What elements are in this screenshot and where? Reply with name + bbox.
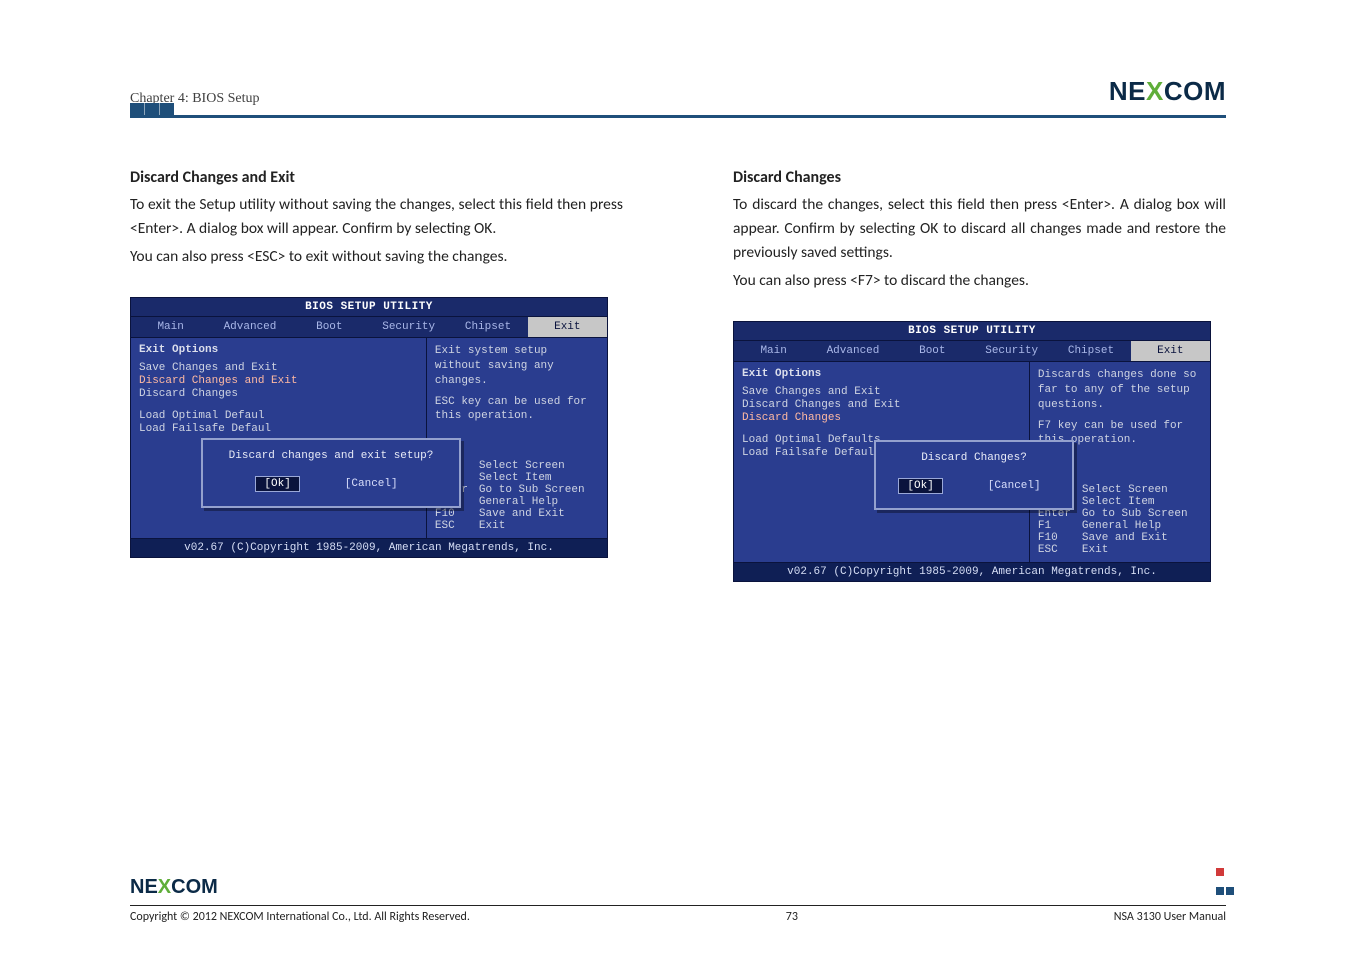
bios-tab-security[interactable]: Security	[972, 341, 1051, 361]
bios-tab-main[interactable]: Main	[131, 317, 210, 337]
dialog-ok-button[interactable]: [Ok]	[898, 478, 942, 494]
footer-logo: NEXCOM	[130, 876, 1226, 899]
nav-key: ESC	[1038, 544, 1072, 556]
bios-help-1: Discards changes done so far to any of t…	[1038, 368, 1202, 413]
logo-right: COM	[1164, 76, 1226, 106]
nav-desc: General Help	[1082, 520, 1161, 532]
dialog-question: Discard Changes?	[884, 452, 1064, 464]
bios-item-discard-exit[interactable]: Discard Changes and Exit	[742, 399, 1021, 411]
bios-tab-main[interactable]: Main	[734, 341, 813, 361]
bios-tab-chipset[interactable]: Chipset	[448, 317, 527, 337]
bios-tab-boot[interactable]: Boot	[290, 317, 369, 337]
footer-decoration	[1214, 862, 1234, 900]
bios-item-load-optimal[interactable]: Load Optimal Defaul	[139, 410, 418, 422]
bios-tab-chipset[interactable]: Chipset	[1051, 341, 1130, 361]
bios-item-save-exit[interactable]: Save Changes and Exit	[742, 386, 1021, 398]
bios-help-1: Exit system setup without saving any cha…	[435, 344, 599, 389]
nav-desc: Go to Sub Screen	[479, 484, 585, 496]
bios-screenshot-left: BIOS SETUP UTILITY Main Advanced Boot Se…	[130, 297, 608, 558]
bios-dialog: Discard Changes? [Ok] [Cancel]	[874, 440, 1074, 510]
bios-tab-advanced[interactable]: Advanced	[813, 341, 892, 361]
right-para-1: To discard the changes, select this fiel…	[733, 193, 1226, 265]
bios-item-discard-exit[interactable]: Discard Changes and Exit	[139, 375, 418, 387]
left-para-2: You can also press <ESC> to exit without…	[130, 245, 623, 269]
nav-desc: General Help	[479, 496, 558, 508]
dialog-cancel-button[interactable]: [Cancel]	[979, 478, 1050, 494]
bios-tab-exit[interactable]: Exit	[528, 317, 607, 337]
section-heading-right: Discard Changes	[733, 168, 1226, 187]
bios-help-2: ESC key can be used for this operation.	[435, 395, 599, 425]
nav-desc: Exit	[1082, 544, 1108, 556]
logo-x: X	[158, 876, 171, 898]
bios-tabs: Main Advanced Boot Security Chipset Exit	[131, 317, 607, 337]
bios-item-discard[interactable]: Discard Changes	[742, 412, 1021, 424]
dialog-ok-button[interactable]: [Ok]	[255, 476, 299, 492]
logo-left: NE	[130, 876, 158, 898]
right-para-2: You can also press <F7> to discard the c…	[733, 269, 1226, 293]
nav-key: ESC	[435, 520, 469, 532]
brand-logo: NEXCOM	[1109, 76, 1226, 107]
bios-tab-advanced[interactable]: Advanced	[210, 317, 289, 337]
bios-tab-security[interactable]: Security	[369, 317, 448, 337]
page-footer: NEXCOM Copyright © 2012 NEXCOM Internati…	[130, 876, 1226, 924]
left-para-1: To exit the Setup utility without saving…	[130, 193, 623, 241]
nav-key: Enter	[1038, 508, 1072, 520]
footer-rule	[130, 905, 1226, 906]
section-heading-left: Discard Changes and Exit	[130, 168, 623, 187]
bios-section-label: Exit Options	[139, 344, 418, 356]
bios-footer: v02.67 (C)Copyright 1985-2009, American …	[734, 562, 1210, 581]
bios-tab-boot[interactable]: Boot	[893, 341, 972, 361]
bios-section-label: Exit Options	[742, 368, 1021, 380]
nav-desc: Select Item	[1082, 496, 1155, 508]
nav-desc: Select Item	[479, 472, 552, 484]
bios-title: BIOS SETUP UTILITY	[734, 322, 1210, 341]
nav-desc: Select Screen	[1082, 484, 1168, 496]
bios-footer: v02.67 (C)Copyright 1985-2009, American …	[131, 538, 607, 557]
logo-right: COM	[171, 876, 218, 898]
nav-key: F10	[435, 508, 469, 520]
bios-tab-exit[interactable]: Exit	[1131, 341, 1210, 361]
header-rule	[130, 115, 1226, 118]
footer-copyright: Copyright © 2012 NEXCOM International Co…	[130, 910, 470, 924]
bios-dialog: Discard changes and exit setup? [Ok] [Ca…	[201, 438, 461, 508]
bios-item-load-failsafe[interactable]: Load Failsafe Defaul	[139, 423, 418, 435]
nav-desc: Save and Exit	[479, 508, 565, 520]
nav-desc: Save and Exit	[1082, 532, 1168, 544]
nav-key: F10	[1038, 532, 1072, 544]
bios-item-save-exit[interactable]: Save Changes and Exit	[139, 362, 418, 374]
nav-desc: Go to Sub Screen	[1082, 508, 1188, 520]
nav-key: F1	[1038, 520, 1072, 532]
bios-item-discard[interactable]: Discard Changes	[139, 388, 418, 400]
logo-x: X	[1146, 76, 1164, 106]
footer-manual-name: NSA 3130 User Manual	[1114, 910, 1226, 924]
nav-desc: Select Screen	[479, 460, 565, 472]
bios-screenshot-right: BIOS SETUP UTILITY Main Advanced Boot Se…	[733, 321, 1211, 582]
dialog-question: Discard changes and exit setup?	[211, 450, 451, 462]
bios-tabs: Main Advanced Boot Security Chipset Exit	[734, 341, 1210, 361]
dialog-cancel-button[interactable]: [Cancel]	[336, 476, 407, 492]
nav-desc: Exit	[479, 520, 505, 532]
bios-title: BIOS SETUP UTILITY	[131, 298, 607, 317]
footer-page-number: 73	[786, 910, 798, 924]
logo-left: NE	[1109, 76, 1146, 106]
